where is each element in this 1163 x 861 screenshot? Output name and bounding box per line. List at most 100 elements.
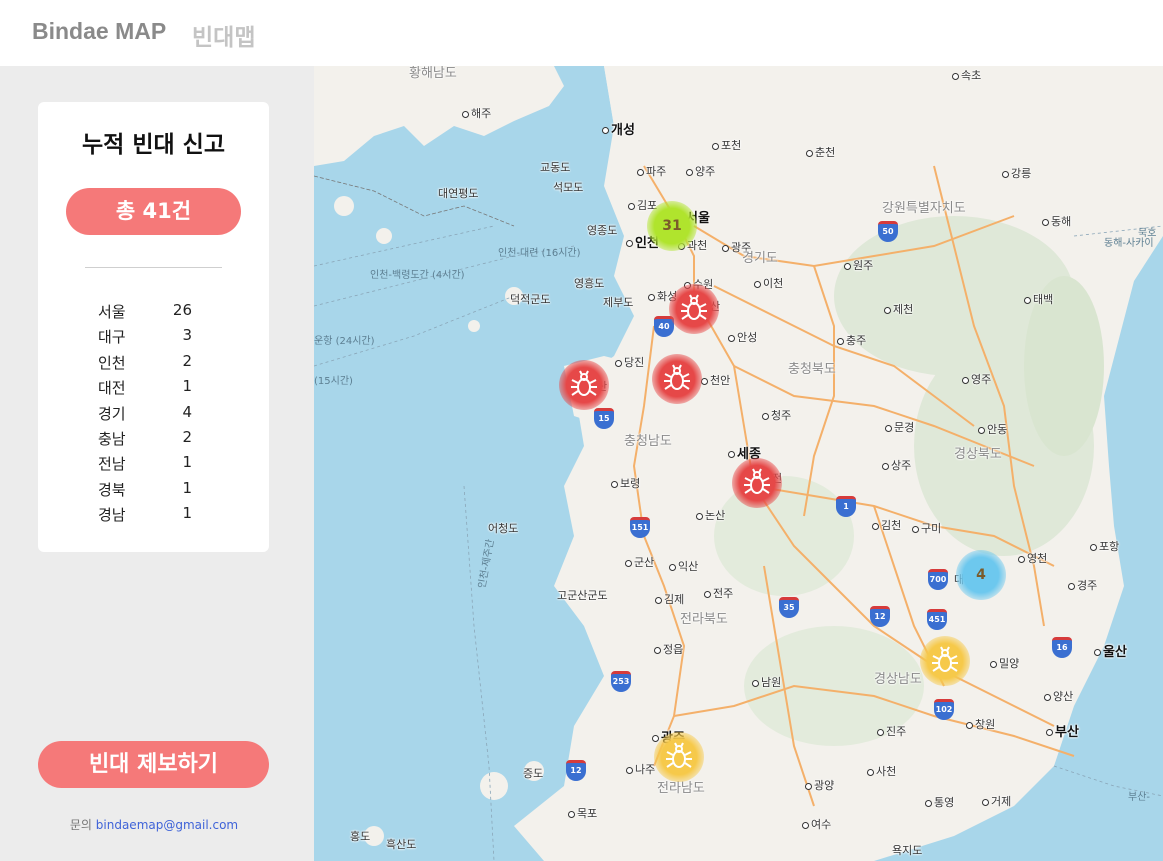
report-bedbug-button[interactable]: 빈대 제보하기 [38, 741, 269, 788]
highway-shield-icon: 1 [836, 496, 856, 517]
bedbug-report-marker[interactable] [732, 458, 782, 508]
city-marker-icon [966, 721, 973, 729]
map-label: 여수 [802, 816, 831, 832]
map-label: 양주 [686, 163, 715, 179]
city-marker-icon [722, 244, 729, 252]
region-name: 경남 [98, 506, 126, 525]
bedbug-report-marker[interactable] [559, 360, 609, 410]
map-label: 충청북도 [788, 362, 836, 377]
map-label: 파주 [637, 163, 666, 179]
bedbug-report-marker[interactable] [669, 284, 719, 334]
map-label: 해주 [462, 105, 491, 121]
brand-title[interactable]: Bindae MAP [32, 18, 166, 45]
brand-subtitle[interactable]: 빈대맵 [192, 18, 255, 52]
map-label: 안동 [978, 421, 1007, 437]
region-count: 26 [172, 301, 192, 319]
map-label: 인천-백령도간 (4시간) [370, 270, 465, 281]
city-marker-icon [882, 462, 889, 470]
bedbug-report-marker[interactable] [652, 354, 702, 404]
city-marker-icon [1018, 555, 1025, 563]
map-label: 흑산도 [386, 838, 417, 851]
region-name: 인천 [98, 353, 126, 372]
map-label: 문경 [885, 419, 914, 435]
map-label: 밀양 [990, 655, 1019, 671]
map-label: 익산 [669, 558, 698, 574]
region-name: 서울 [98, 303, 126, 321]
city-marker-icon [978, 426, 985, 434]
contact-label: 문의 [69, 818, 92, 832]
city-marker-icon [1042, 218, 1049, 226]
map-label: 천안 [701, 372, 730, 388]
highway-shield-icon: 700 [928, 569, 948, 590]
city-marker-icon [655, 596, 662, 604]
map-label: 울산 [1094, 641, 1127, 660]
map-label: 증도 [523, 767, 544, 780]
map-label: 경주 [1068, 577, 1097, 593]
map-label: 안성 [728, 329, 757, 345]
sidebar: 누적 빈대 신고 총 41건 서울 26 대구 3 인천 2 대전 1 경기 4 충남 2 … [0, 66, 314, 861]
report-cluster-marker[interactable]: 31 [647, 201, 697, 251]
region-name: 전남 [98, 455, 126, 474]
city-marker-icon [1024, 296, 1031, 304]
city-marker-icon [962, 376, 969, 384]
region-row: 경남 1 [98, 504, 238, 529]
bedbug-report-marker[interactable] [920, 636, 970, 686]
map-label: 광양 [805, 777, 834, 793]
region-count: 1 [182, 504, 192, 523]
city-marker-icon [806, 149, 813, 157]
region-count: 2 [182, 427, 192, 446]
city-marker-icon [686, 168, 693, 176]
map-label: 전라북도 [680, 612, 728, 627]
bedbug-report-marker[interactable] [654, 732, 704, 782]
city-marker-icon [602, 127, 609, 134]
map-label: 석모도 [553, 181, 584, 194]
map-label: 상주 [882, 457, 911, 473]
region-name: 대구 [98, 328, 126, 347]
contact-email-link[interactable]: bindaemap@gmail.com [96, 818, 238, 832]
city-marker-icon [728, 451, 735, 458]
city-marker-icon [885, 424, 892, 432]
city-marker-icon [654, 646, 661, 654]
map-label: 춘천 [806, 144, 835, 160]
highway-shield-icon: 35 [779, 597, 799, 618]
map-label: 청주 [762, 407, 791, 423]
report-cluster-marker[interactable]: 4 [956, 550, 1006, 600]
map-view[interactable]: 황해남도 속초 해주 개성 포천 춘천 강릉 교동도 파주 양주 석모도 대연평… [314, 66, 1163, 861]
region-row: 대구 3 [98, 326, 238, 351]
map-label: 제천 [884, 301, 913, 317]
city-marker-icon [837, 337, 844, 345]
highway-shield-icon: 253 [611, 671, 631, 692]
card-title: 누적 빈대 신고 [82, 132, 225, 158]
city-marker-icon [1068, 582, 1075, 590]
map-label: 남원 [752, 674, 781, 690]
map-label: 이천 [754, 275, 783, 291]
map-label: 영주 [962, 371, 991, 387]
map-label: 목포 [568, 805, 597, 821]
map-label: 제부도 [603, 296, 634, 309]
map-label: 대연평도 [438, 187, 479, 200]
map-label: 개성 [602, 119, 635, 138]
map-label: 사천 [867, 763, 896, 779]
city-marker-icon [844, 262, 851, 270]
region-count: 4 [182, 402, 192, 421]
city-marker-icon [625, 559, 632, 567]
highway-shield-icon: 102 [934, 699, 954, 720]
map-label: 경상남도 [874, 672, 922, 687]
city-marker-icon [1094, 649, 1101, 656]
map-label: 영종도 [587, 224, 618, 237]
region-row: 대전 1 [98, 377, 238, 402]
region-name: 경기 [98, 404, 126, 423]
region-row: 충남 2 [98, 428, 238, 453]
region-count: 2 [182, 351, 192, 370]
cluster-count: 31 [662, 218, 682, 234]
city-marker-icon [648, 293, 655, 301]
region-row: 경북 1 [98, 479, 238, 504]
city-marker-icon [884, 306, 891, 314]
region-count: 3 [182, 326, 192, 345]
highway-shield-icon: 15 [594, 408, 614, 429]
map-label: 전주 [704, 585, 733, 601]
map-label: 묵호 [1138, 228, 1157, 239]
report-summary-card: 누적 빈대 신고 총 41건 서울 26 대구 3 인천 2 대전 1 경기 4 충남 2 … [38, 102, 269, 552]
map-label: 포항 [1090, 538, 1119, 554]
map-label: 덕적군도 [510, 293, 551, 306]
